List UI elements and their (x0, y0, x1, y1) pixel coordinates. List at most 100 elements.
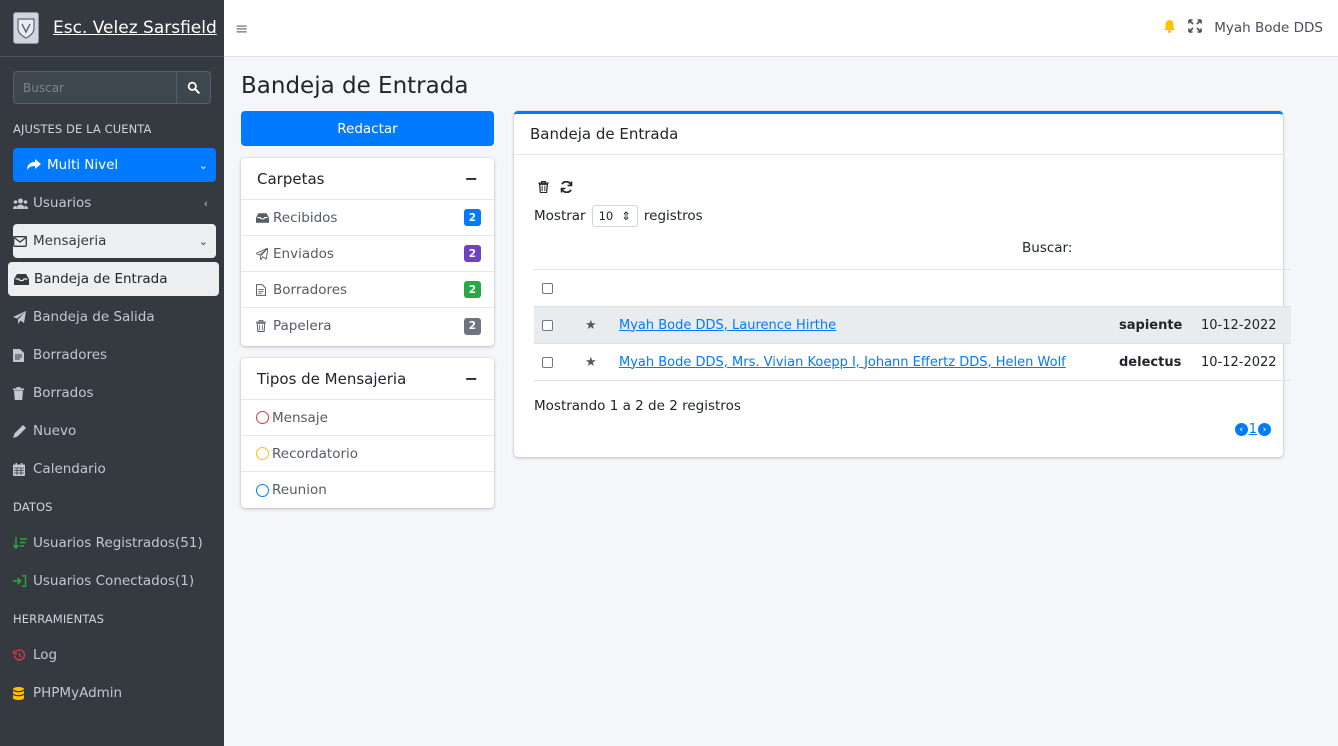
table-row[interactable]: ★ Myah Bode DDS, Laurence Hirthe sapient… (534, 306, 1291, 343)
folder-item-papelera[interactable]: Papelera 2 (241, 308, 494, 344)
mailbox-tools (538, 180, 573, 197)
sidebar-item-label: Multi Nivel (47, 157, 119, 173)
file-icon (256, 283, 272, 296)
sidebar-item-label: Usuarios (33, 195, 92, 211)
sidebar-item-usuarios-conectados[interactable]: Usuarios Conectados(1) (13, 564, 216, 598)
collapse-icon[interactable]: − (465, 169, 478, 188)
types-title: Tipos de Mensajeria (257, 369, 407, 388)
sidebar-item-label: Log (33, 647, 58, 663)
trash-icon[interactable] (538, 180, 549, 197)
type-item-recordatorio[interactable]: Recordatorio (241, 436, 494, 472)
sidebar-item-phpmyadmin[interactable]: PHPMyAdmin (13, 676, 216, 710)
refresh-icon[interactable] (560, 180, 573, 197)
brand-name[interactable]: Esc. Velez Sarsfield (53, 18, 217, 38)
paper-plane-icon (256, 247, 272, 260)
sidebar-item-usuarios-registrados[interactable]: Usuarios Registrados(51) (13, 526, 216, 560)
trash-icon (13, 386, 31, 400)
message-from-link[interactable]: Myah Bode DDS, Laurence Hirthe (619, 318, 1119, 333)
sidebar-item-label: PHPMyAdmin (33, 685, 123, 701)
share-icon (27, 159, 45, 171)
sidebar-item-label: Nuevo (33, 423, 77, 439)
sidebar-item-label: Calendario (33, 461, 106, 477)
folders-card: Carpetas − Recibidos 2 Enviados 2 Borrad… (241, 158, 494, 346)
sidebar-search-input[interactable] (13, 71, 176, 104)
collapse-icon[interactable]: − (465, 369, 478, 388)
table-info: Mostrando 1 a 2 de 2 registros (534, 398, 741, 414)
sidebar-item-mensajeria[interactable]: Mensajeria ⌄ (13, 224, 216, 258)
sidebar-item-label: Usuarios Registrados(51) (33, 535, 203, 551)
show-prefix: Mostrar (534, 208, 586, 224)
sidebar-item-usuarios[interactable]: Usuarios ‹ (13, 186, 216, 220)
search-button[interactable] (176, 71, 211, 104)
sign-in-icon (13, 575, 31, 587)
inbox-title: Bandeja de Entrada (530, 125, 679, 143)
select-all-checkbox[interactable] (542, 282, 553, 294)
user-name[interactable]: Myah Bode DDS (1214, 20, 1323, 36)
types-card-header: Tipos de Mensajeria − (241, 358, 494, 400)
table-row[interactable]: ★ Myah Bode DDS, Mrs. Vivian Koepp I, Jo… (534, 343, 1291, 380)
message-types-card: Tipos de Mensajeria − Mensaje Recordator… (241, 358, 494, 508)
type-label: Reunion (272, 482, 327, 498)
row-checkbox[interactable] (542, 356, 553, 368)
star-icon[interactable]: ★ (585, 355, 601, 370)
folder-label: Recibidos (273, 209, 338, 226)
history-icon (13, 648, 31, 662)
menu-toggle-icon[interactable]: ≡ (235, 19, 248, 38)
section-header-data: DATOS (13, 500, 53, 514)
sidebar-item-borrados[interactable]: Borrados (13, 376, 216, 410)
circle-icon (256, 411, 269, 424)
sort-amount-icon (13, 536, 31, 550)
database-icon (13, 686, 31, 700)
envelope-icon (13, 235, 31, 247)
message-from-link[interactable]: Myah Bode DDS, Mrs. Vivian Koepp I, Joha… (619, 355, 1119, 370)
sidebar-item-bandeja-entrada[interactable]: Bandeja de Entrada (8, 262, 219, 296)
folder-item-borradores[interactable]: Borradores 2 (241, 272, 494, 308)
sidebar-item-multi-nivel[interactable]: Multi Nivel ⌄ (13, 148, 216, 182)
message-date: 10-12-2022 (1201, 317, 1277, 333)
top-right-controls: Myah Bode DDS (1163, 19, 1338, 37)
folder-count-badge: 2 (463, 317, 481, 335)
sidebar-item-nuevo[interactable]: Nuevo (13, 414, 216, 448)
folder-label: Borradores (273, 281, 348, 298)
folder-item-enviados[interactable]: Enviados 2 (241, 236, 494, 272)
folders-card-header: Carpetas − (241, 158, 494, 200)
row-checkbox[interactable] (542, 319, 553, 331)
sidebar: Esc. Velez Sarsfield AJUSTES DE LA CUENT… (0, 0, 224, 746)
table-header-row (534, 269, 1291, 306)
section-header-tools: HERRAMIENTAS (13, 612, 104, 626)
show-suffix: registros (643, 208, 703, 224)
star-icon[interactable]: ★ (585, 318, 601, 333)
next-page-icon[interactable]: › (1258, 423, 1271, 436)
pencil-icon (13, 424, 31, 438)
chevron-down-icon: ⌄ (198, 158, 208, 172)
sidebar-item-log[interactable]: Log (13, 638, 216, 672)
bell-icon[interactable] (1163, 19, 1176, 37)
folder-item-recibidos[interactable]: Recibidos 2 (241, 200, 494, 236)
select-arrows-icon: ⇕ (621, 209, 631, 223)
sidebar-item-bandeja-salida[interactable]: Bandeja de Salida (13, 300, 216, 334)
previous-page-icon[interactable]: ‹ (1234, 423, 1248, 436)
folder-count-badge: 2 (463, 209, 481, 226)
sidebar-item-label: Bandeja de Salida (33, 309, 155, 325)
pagination: ‹ 1 › (1234, 422, 1271, 437)
sidebar-item-borradores[interactable]: Borradores (13, 338, 216, 372)
type-item-mensaje[interactable]: Mensaje (241, 400, 494, 436)
sidebar-item-calendario[interactable]: Calendario (13, 452, 216, 486)
brand-link[interactable]: Esc. Velez Sarsfield (0, 0, 224, 57)
compose-button[interactable]: Redactar (241, 111, 494, 146)
trash-icon (256, 320, 272, 332)
sidebar-item-label: Usuarios Conectados(1) (33, 573, 195, 589)
sidebar-item-label: Bandeja de Entrada (34, 271, 168, 287)
folder-label: Enviados (273, 245, 334, 262)
page-size-select[interactable]: 10 ⇕ (591, 205, 638, 227)
inbox-card-header: Bandeja de Entrada (514, 114, 1283, 155)
circle-icon (256, 447, 269, 460)
inbox-card: Bandeja de Entrada Mostrar 10 ⇕ registro… (514, 111, 1291, 457)
paper-plane-icon (13, 310, 31, 324)
fullscreen-icon[interactable] (1188, 19, 1202, 37)
top-navbar: ≡ Myah Bode DDS (224, 0, 1338, 57)
page-number[interactable]: 1 (1249, 422, 1257, 437)
message-subject: delectus (1119, 354, 1182, 370)
type-item-reunion[interactable]: Reunion (241, 472, 494, 508)
sidebar-item-label: Borrados (33, 385, 94, 401)
